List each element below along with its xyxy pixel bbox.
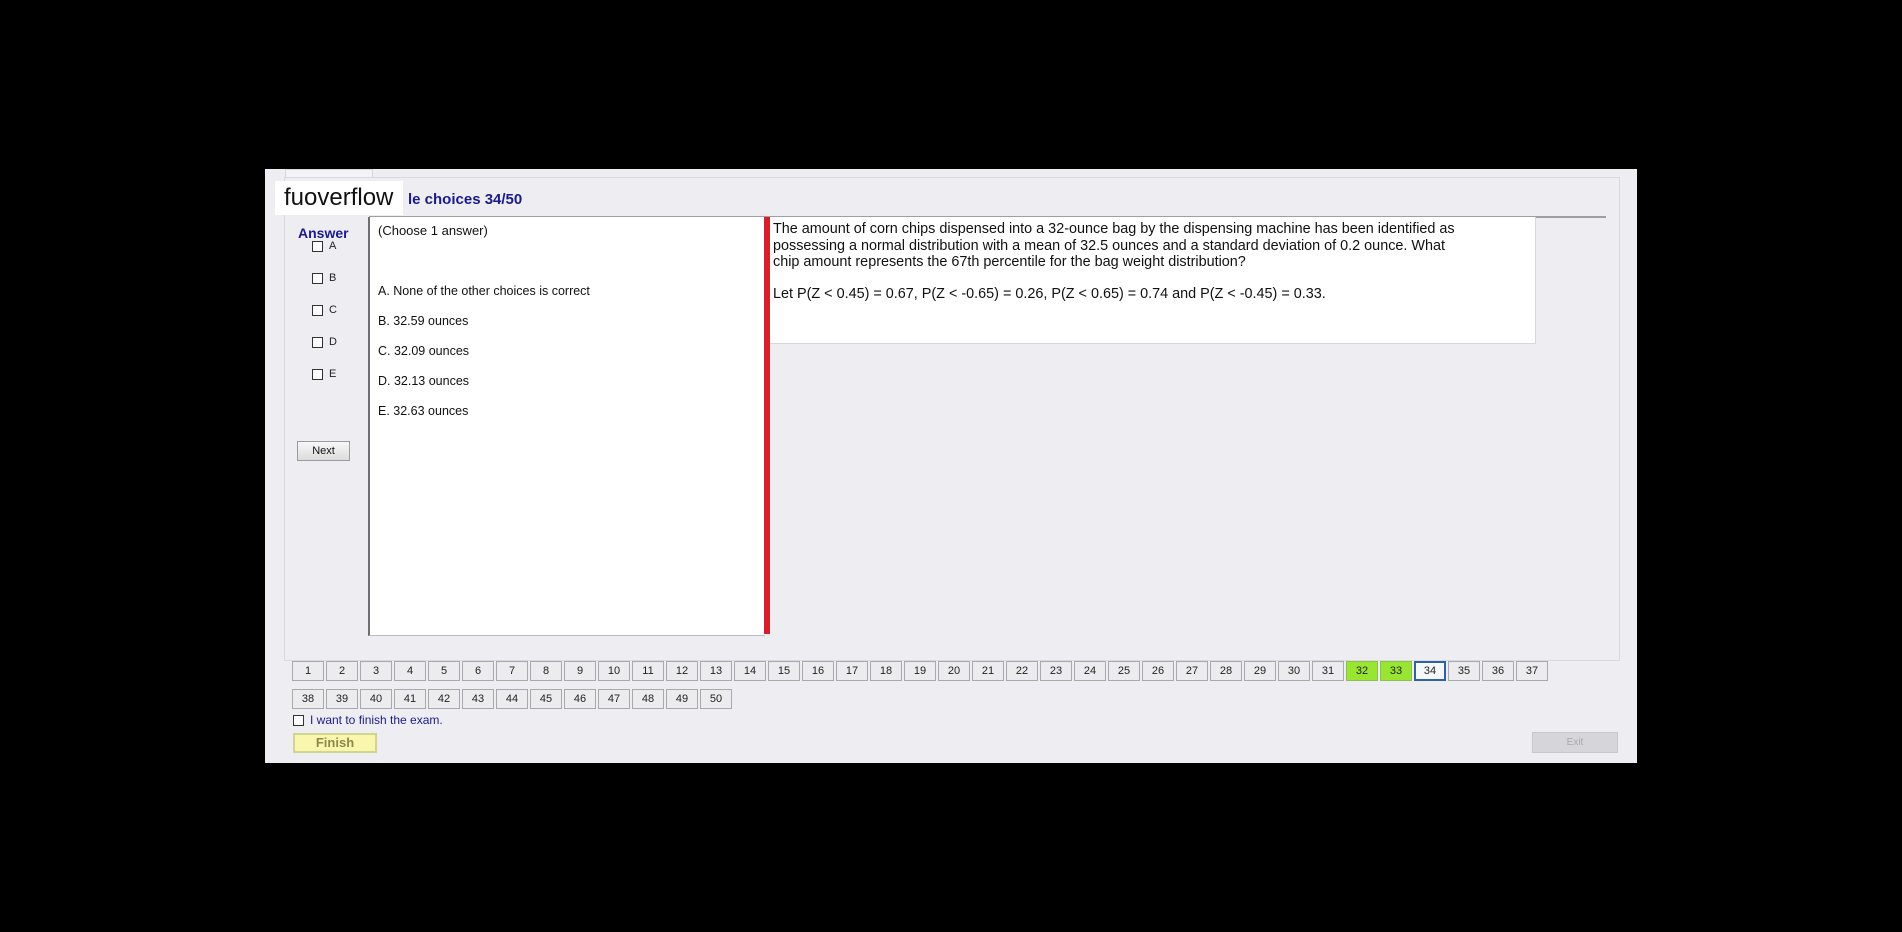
answer-checkbox[interactable] [312,336,323,348]
question-text: The amount of corn chips dispensed into … [773,221,1455,270]
question-nav-row: 38 39 40 41 42 43 44 45 46 47 48 49 50 [292,689,732,709]
next-button[interactable]: Next [297,441,350,461]
answer-checkbox[interactable] [312,240,323,252]
choice-b: B. 32.59 ounces [378,314,469,328]
question-nav-button[interactable]: 15 [768,661,800,681]
answer-checkbox[interactable] [312,304,323,316]
question-nav-button[interactable]: 18 [870,661,902,681]
question-nav-button[interactable]: 13 [700,661,732,681]
question-nav-button[interactable]: 39 [326,689,358,709]
question-nav-button[interactable]: 16 [802,661,834,681]
section-title: le choices 34/50 [408,191,523,208]
question-nav-button[interactable]: 11 [632,661,664,681]
question-nav-button[interactable]: 2 [326,661,358,681]
question-nav-button[interactable]: 12 [666,661,698,681]
question-nav-button[interactable]: 26 [1142,661,1174,681]
question-nav-button[interactable]: 31 [1312,661,1344,681]
choice-e: E. 32.63 ounces [378,404,469,418]
question-nav-button[interactable]: 37 [1516,661,1548,681]
question-nav-button[interactable]: 41 [394,689,426,709]
question-hint: Let P(Z < 0.45) = 0.67, P(Z < -0.65) = 0… [773,286,1326,302]
question-nav-button[interactable]: 6 [462,661,494,681]
finish-button[interactable]: Finish [293,733,377,753]
question-panel: The amount of corn chips dispensed into … [770,217,1536,344]
question-nav-button[interactable]: 50 [700,689,732,709]
question-nav-button[interactable]: 24 [1074,661,1106,681]
exam-window: fuoverflow le choices 34/50 Answer A B C… [265,169,1637,763]
answer-option-e[interactable]: E [312,366,336,382]
question-nav-button[interactable]: 48 [632,689,664,709]
question-nav-button[interactable]: 8 [530,661,562,681]
question-nav-button[interactable]: 25 [1108,661,1140,681]
question-nav-button[interactable]: 1 [292,661,324,681]
question-nav-button[interactable]: 3 [360,661,392,681]
answer-checkbox[interactable] [312,272,323,284]
question-nav-button[interactable]: 46 [564,689,596,709]
choice-a: A. None of the other choices is correct [378,284,590,298]
question-nav-button[interactable]: 47 [598,689,630,709]
question-nav-button[interactable]: 40 [360,689,392,709]
question-nav-button[interactable]: 30 [1278,661,1310,681]
question-nav-button[interactable]: 42 [428,689,460,709]
question-nav-button[interactable]: 34 [1414,661,1446,681]
question-nav-button[interactable]: 44 [496,689,528,709]
choose-hint: (Choose 1 answer) [378,223,488,238]
answer-option-label: B [329,272,337,284]
question-nav-button[interactable]: 23 [1040,661,1072,681]
question-nav-button[interactable]: 20 [938,661,970,681]
answer-option-b[interactable]: B [312,270,336,286]
answer-option-c[interactable]: C [312,302,337,318]
question-nav-button[interactable]: 9 [564,661,596,681]
question-nav-button[interactable]: 33 [1380,661,1412,681]
question-nav-button[interactable]: 14 [734,661,766,681]
question-nav-button[interactable]: 22 [1006,661,1038,681]
answer-checkbox[interactable] [312,368,323,380]
question-nav-button[interactable]: 43 [462,689,494,709]
question-nav-button[interactable]: 27 [1176,661,1208,681]
choices-panel: (Choose 1 answer) A. None of the other c… [368,217,765,636]
question-nav-row: 1 2 3 4 5 6 7 8 9 10 11 12 13 14 15 16 17 18 19 20 21 22 23 24 2… [292,661,1548,681]
answer-option-d[interactable]: D [312,334,337,350]
question-nav-button[interactable]: 21 [972,661,1004,681]
answer-option-label: A [329,240,337,252]
question-nav-button[interactable]: 4 [394,661,426,681]
question-nav-button[interactable]: 49 [666,689,698,709]
question-nav-button[interactable]: 32 [1346,661,1378,681]
question-nav-button[interactable]: 36 [1482,661,1514,681]
choice-c: C. 32.09 ounces [378,344,470,358]
question-nav-button[interactable]: 28 [1210,661,1242,681]
question-nav-button[interactable]: 45 [530,689,562,709]
question-nav-button[interactable]: 17 [836,661,868,681]
finish-checkbox[interactable] [293,714,304,726]
question-nav-button[interactable]: 5 [428,661,460,681]
answer-option-a[interactable]: A [312,238,336,254]
answer-option-label: E [329,368,337,380]
finish-checkbox-label: I want to finish the exam. [310,713,443,727]
question-nav-button[interactable]: 10 [598,661,630,681]
question-nav-button[interactable]: 38 [292,689,324,709]
question-nav-button[interactable]: 7 [496,661,528,681]
answer-option-label: D [329,336,337,348]
finish-confirm[interactable]: I want to finish the exam. [293,713,443,727]
exit-button[interactable]: Exit [1532,732,1618,753]
choice-d: D. 32.13 ounces [378,374,470,388]
question-nav-button[interactable]: 29 [1244,661,1276,681]
question-nav-button[interactable]: 19 [904,661,936,681]
answer-option-label: C [329,304,337,316]
brand-watermark: fuoverflow [275,181,403,215]
question-nav-button[interactable]: 35 [1448,661,1480,681]
